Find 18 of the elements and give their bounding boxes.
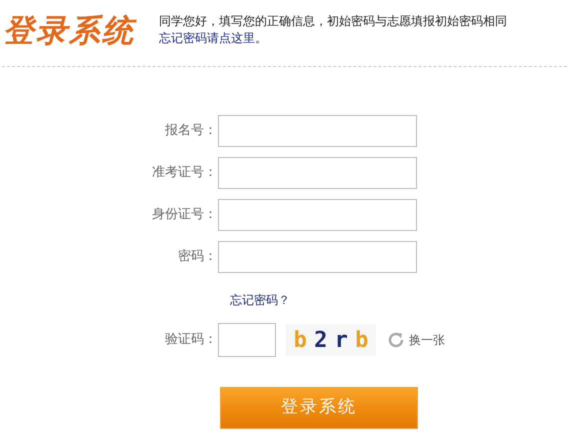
- punctuation: 。: [255, 30, 267, 47]
- refresh-icon[interactable]: [387, 331, 405, 349]
- input-field[interactable]: [218, 199, 417, 231]
- forgot-password-link[interactable]: 忘记密码请点这里: [159, 30, 255, 47]
- field-label: 密码：: [177, 248, 218, 266]
- input-field[interactable]: [218, 115, 417, 147]
- input-field[interactable]: [218, 241, 417, 273]
- field-label: 验证码：: [164, 331, 218, 350]
- field-label: 报名号：: [164, 122, 218, 140]
- captcha-image: b 2 r b: [286, 324, 376, 356]
- field-label: 准考证号：: [151, 164, 218, 182]
- intro-text: 同学您好，填写您的正确信息，初始密码与志愿填报初始密码相同: [159, 13, 507, 30]
- forgot-password-link[interactable]: 忘记密码？: [230, 291, 290, 309]
- page-title: 登录系统: [3, 12, 138, 50]
- captcha-field[interactable]: [218, 323, 276, 357]
- field-label: 身份证号：: [151, 206, 218, 224]
- change-captcha-link[interactable]: 换一张: [409, 331, 445, 349]
- input-field[interactable]: [218, 157, 417, 189]
